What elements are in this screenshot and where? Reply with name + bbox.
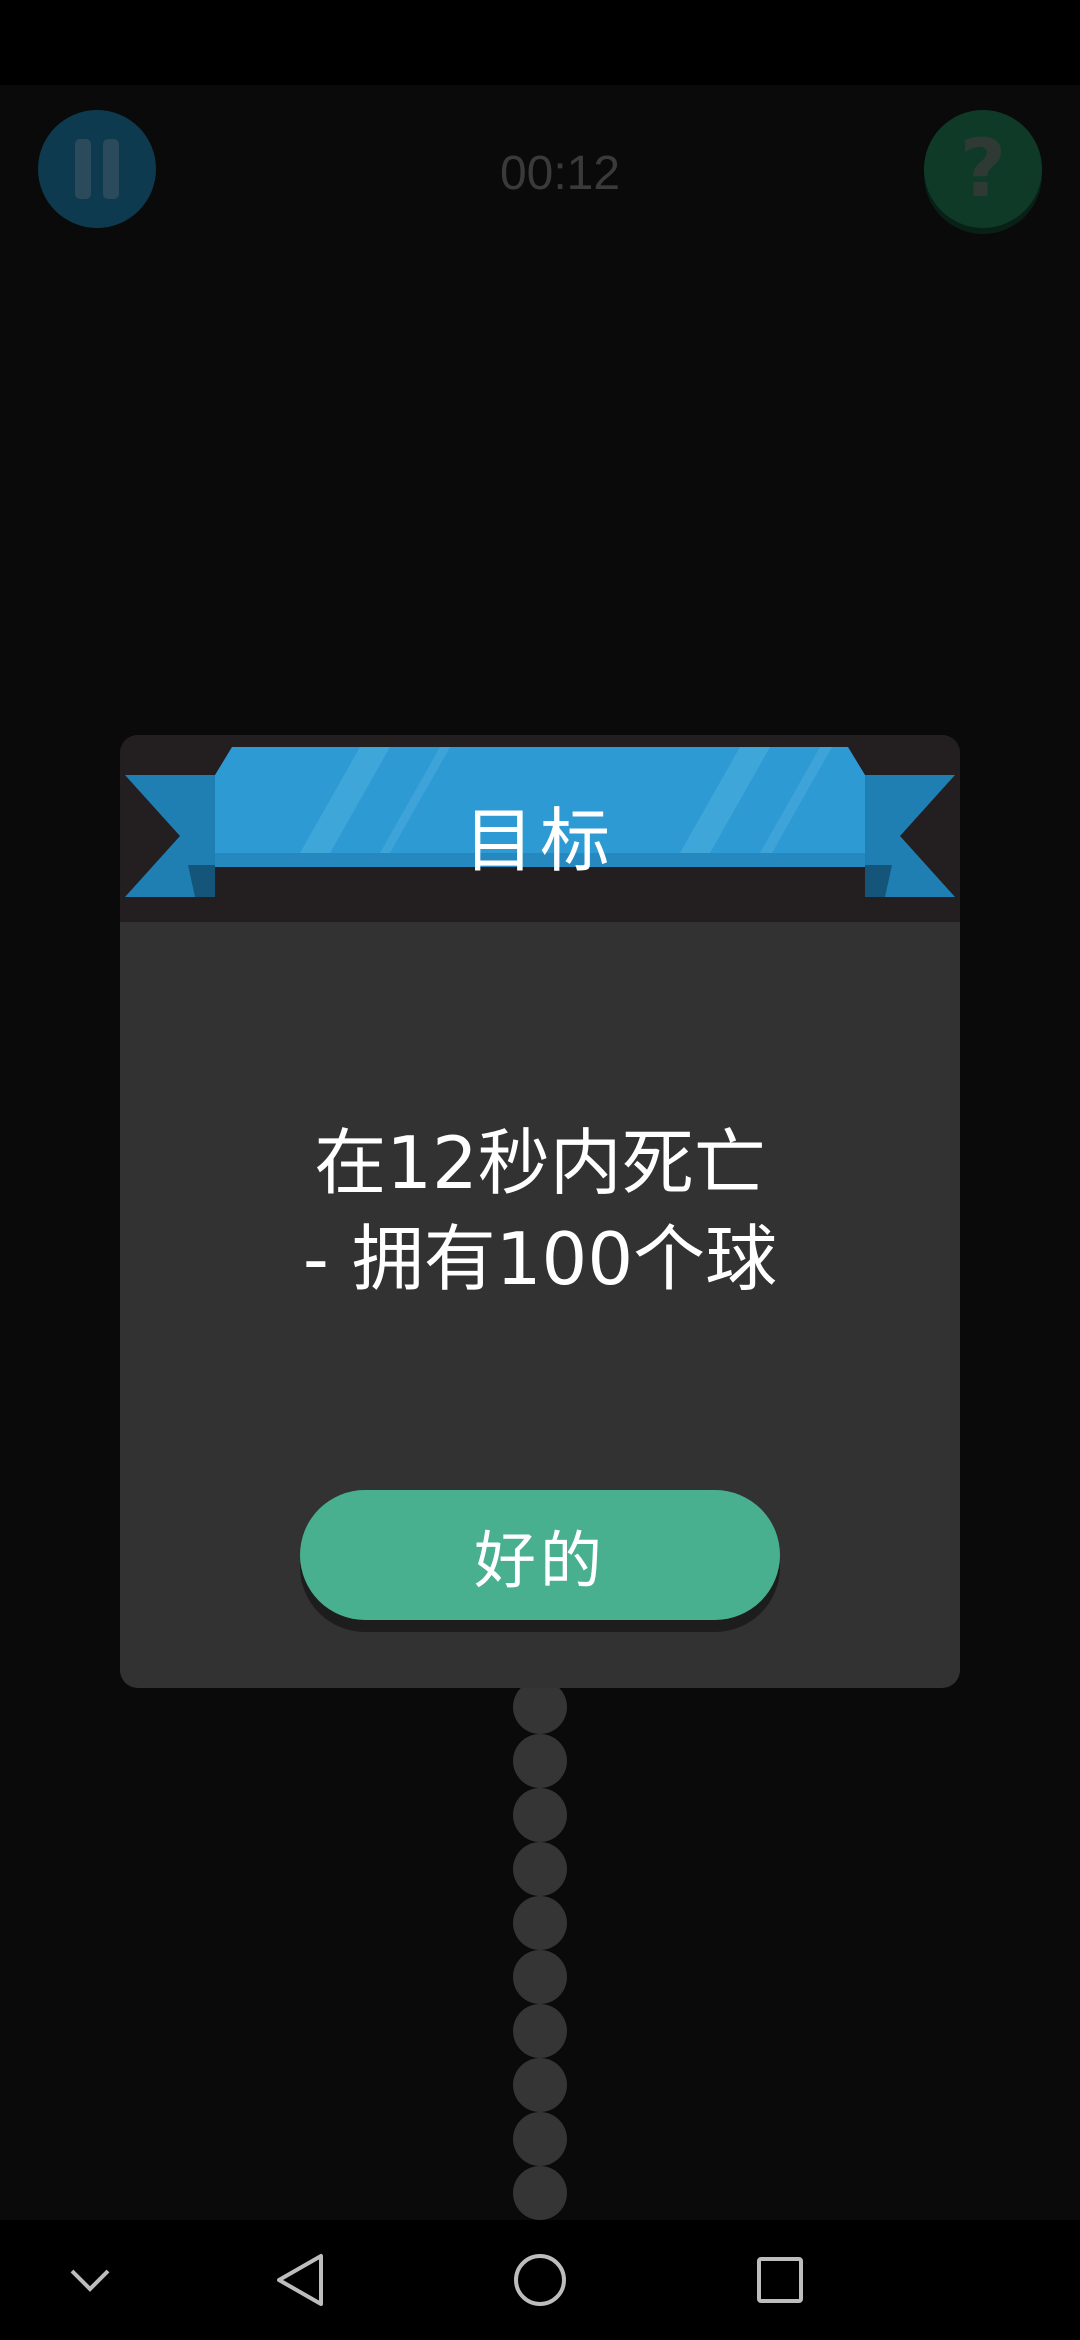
ball — [513, 1788, 567, 1842]
recents-icon[interactable] — [720, 2220, 840, 2340]
ball — [513, 1950, 567, 2004]
game-timer: 00:12 — [499, 147, 621, 200]
goal-message: 在12秒内死亡 - 拥有100个球 — [160, 1115, 920, 1307]
ball — [513, 1842, 567, 1896]
screen: 00:12 ? 目标 在12秒内死亡 - 拥有100个球 好的 — [0, 0, 1080, 2340]
question-mark-icon: ? — [959, 122, 1007, 215]
home-icon[interactable] — [480, 2220, 600, 2340]
help-button[interactable]: ? — [924, 110, 1042, 228]
ball — [513, 2004, 567, 2058]
dialog-title: 目标 — [464, 799, 616, 882]
ball — [513, 2058, 567, 2112]
goal-message-line-2: - 拥有100个球 — [302, 1217, 778, 1301]
goal-dialog: 目标 在12秒内死亡 - 拥有100个球 好的 — [120, 735, 960, 1688]
ball — [513, 2112, 567, 2166]
pause-button[interactable] — [38, 110, 156, 228]
status-bar — [0, 0, 1080, 85]
ball — [513, 1680, 567, 1734]
ball — [513, 1734, 567, 1788]
navigation-bar — [0, 2220, 1080, 2340]
ball — [513, 1896, 567, 1950]
ball — [513, 2166, 567, 2220]
goal-message-line-1: 在12秒内死亡 — [314, 1121, 766, 1205]
chevron-down-icon[interactable] — [30, 2220, 150, 2340]
back-icon[interactable] — [240, 2220, 360, 2340]
ok-button[interactable]: 好的 — [300, 1490, 780, 1620]
pause-icon — [69, 139, 125, 199]
